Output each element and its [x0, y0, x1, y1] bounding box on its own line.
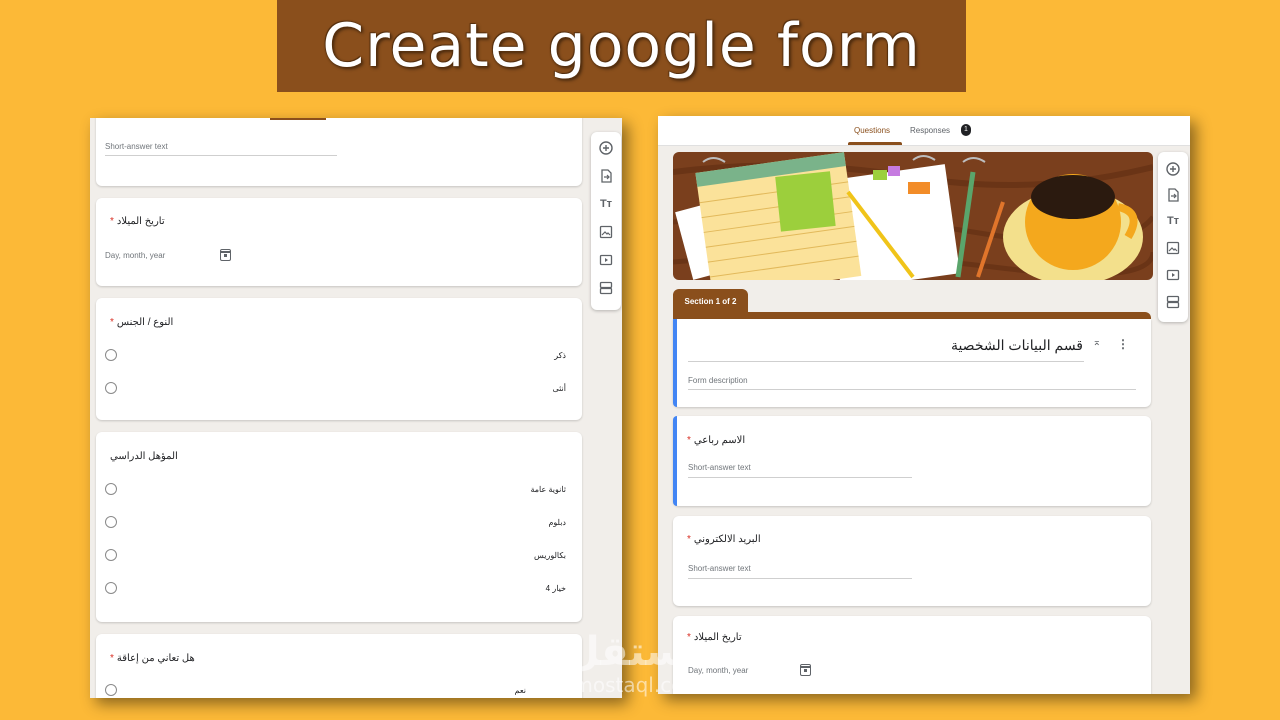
- answer-underline: [688, 578, 912, 579]
- question-title: البريد الالكتروني*: [687, 534, 761, 545]
- active-item-indicator: [673, 319, 677, 407]
- option-label: ذكر: [554, 351, 566, 360]
- header-image: [673, 152, 1153, 280]
- question-card-birthdate[interactable]: تاريخ الميلاد* Day, month, year: [96, 198, 582, 286]
- add-title-icon[interactable]: Tт: [598, 196, 614, 212]
- question-title: تاريخ الميلاد*: [687, 632, 742, 643]
- short-answer-hint: Short-answer text: [105, 142, 168, 151]
- option-label: بكالوريس: [534, 551, 566, 560]
- tab-responses[interactable]: Responses: [910, 126, 950, 135]
- option-label: أنثى: [552, 384, 566, 393]
- radio-button[interactable]: [105, 483, 117, 495]
- add-question-icon[interactable]: [598, 140, 614, 156]
- question-card-fullname[interactable]: الاسم رباعي* Short-answer text: [673, 416, 1151, 506]
- section-header-card[interactable]: قسم البيانات الشخصية ⌅ ⋮ Form descriptio…: [673, 319, 1151, 407]
- option-label: نعم: [514, 686, 526, 695]
- question-title: المؤهل الدراسي: [110, 451, 178, 462]
- add-image-icon[interactable]: [598, 224, 614, 240]
- collapse-icon[interactable]: ⌅: [1093, 337, 1101, 348]
- radio-button[interactable]: [105, 382, 117, 394]
- short-answer-hint: Short-answer text: [688, 564, 751, 573]
- add-section-icon[interactable]: [1165, 294, 1181, 310]
- section-title[interactable]: قسم البيانات الشخصية: [951, 337, 1083, 354]
- question-title: تاريخ الميلاد*: [110, 216, 165, 227]
- radio-button[interactable]: [105, 549, 117, 561]
- answer-underline: [688, 477, 912, 478]
- add-title-icon[interactable]: Tт: [1165, 213, 1181, 229]
- tab-questions[interactable]: Questions: [854, 126, 890, 135]
- title-banner: Create google form: [277, 0, 966, 92]
- add-question-icon[interactable]: [1165, 161, 1181, 177]
- question-title: الاسم رباعي*: [687, 435, 746, 446]
- form-toolbar: Tт: [591, 132, 621, 310]
- short-answer-hint: Short-answer text: [688, 463, 751, 472]
- form-description[interactable]: Form description: [688, 376, 748, 385]
- answer-underline: [105, 155, 337, 156]
- option-label: ثانوية عامة: [530, 485, 566, 494]
- left-form-screenshot: Short-answer text تاريخ الميلاد* Day, mo…: [90, 118, 622, 698]
- short-answer-card: Short-answer text: [96, 118, 582, 186]
- radio-button[interactable]: [105, 684, 117, 696]
- option-label: دبلوم: [548, 518, 566, 527]
- question-card-education[interactable]: المؤهل الدراسي ثانوية عامة دبلوم بكالوري…: [96, 432, 582, 622]
- calendar-icon[interactable]: [220, 249, 231, 261]
- banner-title: Create google form: [322, 11, 921, 81]
- section-label-tab: Section 1 of 2: [673, 289, 748, 313]
- question-card-gender[interactable]: النوع / الجنس* ذكر أنثى: [96, 298, 582, 420]
- option-label: خيار 4: [545, 584, 566, 593]
- question-card-disability[interactable]: هل تعاني من إعاقة* نعم: [96, 634, 582, 698]
- add-image-icon[interactable]: [1165, 240, 1181, 256]
- add-video-icon[interactable]: [1165, 267, 1181, 283]
- radio-button[interactable]: [105, 516, 117, 528]
- right-form-screenshot: Questions Responses 1 Section 1 of 2 قسم…: [658, 116, 1190, 694]
- responses-count-badge: 1: [961, 124, 971, 136]
- form-tabs: Questions Responses 1: [658, 116, 1190, 146]
- question-title: هل تعاني من إعاقة*: [110, 653, 195, 664]
- radio-button[interactable]: [105, 582, 117, 594]
- date-hint: Day, month, year: [105, 251, 166, 260]
- description-underline: [688, 389, 1136, 390]
- active-tab-indicator: [848, 142, 902, 145]
- date-hint: Day, month, year: [688, 666, 749, 675]
- calendar-icon[interactable]: [800, 664, 811, 676]
- add-section-icon[interactable]: [598, 280, 614, 296]
- more-options-icon[interactable]: ⋮: [1117, 337, 1129, 351]
- import-questions-icon[interactable]: [1165, 187, 1181, 203]
- question-card-birthdate[interactable]: تاريخ الميلاد* Day, month, year: [673, 616, 1151, 694]
- drag-indicator: [270, 118, 326, 120]
- section-title-underline: [688, 361, 1084, 362]
- radio-button[interactable]: [105, 349, 117, 361]
- active-item-indicator: [673, 416, 677, 506]
- form-toolbar: Tт: [1158, 152, 1188, 322]
- question-card-email[interactable]: البريد الالكتروني* Short-answer text: [673, 516, 1151, 606]
- question-title: النوع / الجنس*: [110, 317, 174, 328]
- import-questions-icon[interactable]: [598, 168, 614, 184]
- add-video-icon[interactable]: [598, 252, 614, 268]
